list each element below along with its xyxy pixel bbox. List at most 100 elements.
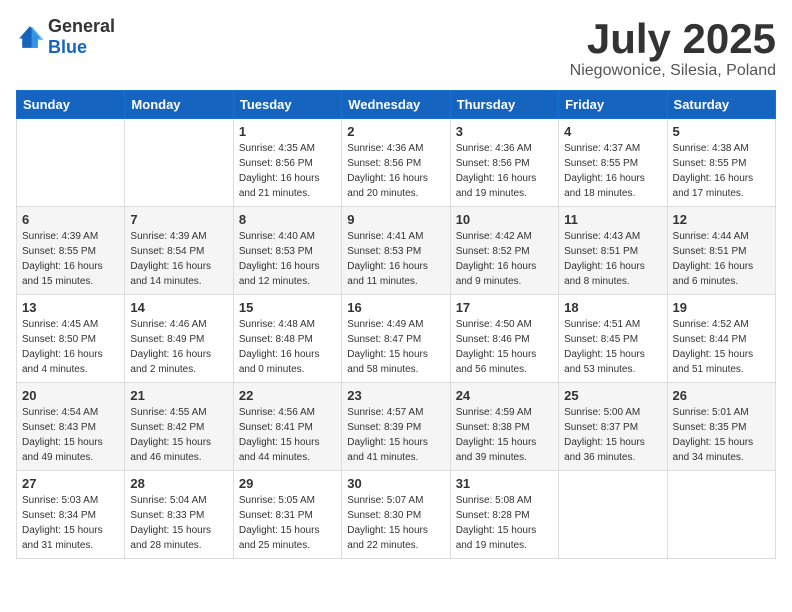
day-number: 27 <box>22 476 119 491</box>
day-of-week-header: Friday <box>559 91 667 119</box>
calendar-cell: 6Sunrise: 4:39 AMSunset: 8:55 PMDaylight… <box>17 207 125 295</box>
day-info: Sunrise: 4:40 AMSunset: 8:53 PMDaylight:… <box>239 229 336 289</box>
month-title: July 2025 <box>570 16 776 62</box>
calendar-cell: 16 Sunrise: 4:49 AMSunset: 8:47 PMDayligh… <box>342 295 450 383</box>
day-number: 3 <box>456 124 553 139</box>
calendar-cell: 22 Sunrise: 4:56 AMSunset: 8:41 PMDayligh… <box>233 383 341 471</box>
calendar-cell <box>667 471 775 559</box>
calendar-cell <box>125 119 233 207</box>
day-of-week-header: Sunday <box>17 91 125 119</box>
day-number: 7 <box>130 212 227 227</box>
calendar-cell: 27Sunrise: 5:03 AMSunset: 8:34 PMDayligh… <box>17 471 125 559</box>
day-info: Sunrise: 4:35 AMSunset: 8:56 PMDaylight:… <box>239 141 336 201</box>
day-info: Sunrise: 4:43 AMSunset: 8:51 PMDaylight:… <box>564 229 661 289</box>
day-of-week-header: Wednesday <box>342 91 450 119</box>
day-info: Sunrise: 4:45 AMSunset: 8:50 PMDaylight:… <box>22 317 119 377</box>
day-info: Sunrise: 5:07 AMSunset: 8:30 PMDaylight:… <box>347 493 444 553</box>
calendar-cell: 20 Sunrise: 4:54 AMSunset: 8:43 PMDayligh… <box>17 383 125 471</box>
calendar-cell: 12 Sunrise: 4:44 AMSunset: 8:51 PMDayligh… <box>667 207 775 295</box>
logo-icon <box>16 23 44 51</box>
calendar-table: SundayMondayTuesdayWednesdayThursdayFrid… <box>16 90 776 559</box>
day-info: Sunrise: 4:41 AMSunset: 8:53 PMDaylight:… <box>347 229 444 289</box>
calendar-cell: 21Sunrise: 4:55 AMSunset: 8:42 PMDayligh… <box>125 383 233 471</box>
day-info: Sunrise: 4:52 AMSunset: 8:44 PMDaylight:… <box>673 317 770 377</box>
calendar-week-row: 27Sunrise: 5:03 AMSunset: 8:34 PMDayligh… <box>17 471 776 559</box>
calendar-cell: 31Sunrise: 5:08 AMSunset: 8:28 PMDayligh… <box>450 471 558 559</box>
calendar-cell: 13 Sunrise: 4:45 AMSunset: 8:50 PMDayligh… <box>17 295 125 383</box>
day-number: 5 <box>673 124 770 139</box>
day-info: Sunrise: 5:05 AMSunset: 8:31 PMDaylight:… <box>239 493 336 553</box>
day-number: 17 <box>456 300 553 315</box>
day-number: 30 <box>347 476 444 491</box>
day-number: 22 <box>239 388 336 403</box>
day-of-week-header: Thursday <box>450 91 558 119</box>
day-info: Sunrise: 4:56 AMSunset: 8:41 PMDaylight:… <box>239 405 336 465</box>
calendar-cell: 4 Sunrise: 4:37 AMSunset: 8:55 PMDaylight… <box>559 119 667 207</box>
calendar-cell <box>559 471 667 559</box>
day-of-week-header: Monday <box>125 91 233 119</box>
day-number: 4 <box>564 124 661 139</box>
day-of-week-header: Tuesday <box>233 91 341 119</box>
day-info: Sunrise: 4:39 AMSunset: 8:54 PMDaylight:… <box>130 229 227 289</box>
logo-text-blue: Blue <box>48 37 87 57</box>
calendar-cell <box>17 119 125 207</box>
logo-text-general: General <box>48 16 115 36</box>
day-number: 16 <box>347 300 444 315</box>
calendar-cell: 28Sunrise: 5:04 AMSunset: 8:33 PMDayligh… <box>125 471 233 559</box>
day-info: Sunrise: 4:39 AMSunset: 8:55 PMDaylight:… <box>22 229 119 289</box>
calendar-cell: 9 Sunrise: 4:41 AMSunset: 8:53 PMDaylight… <box>342 207 450 295</box>
day-number: 12 <box>673 212 770 227</box>
day-number: 20 <box>22 388 119 403</box>
location-title: Niegowonice, Silesia, Poland <box>570 62 776 80</box>
day-number: 15 <box>239 300 336 315</box>
day-info: Sunrise: 4:59 AMSunset: 8:38 PMDaylight:… <box>456 405 553 465</box>
calendar-cell: 2 Sunrise: 4:36 AMSunset: 8:56 PMDaylight… <box>342 119 450 207</box>
day-info: Sunrise: 4:46 AMSunset: 8:49 PMDaylight:… <box>130 317 227 377</box>
calendar-cell: 23 Sunrise: 4:57 AMSunset: 8:39 PMDayligh… <box>342 383 450 471</box>
title-block: July 2025 Niegowonice, Silesia, Poland <box>570 16 776 80</box>
day-info: Sunrise: 4:36 AMSunset: 8:56 PMDaylight:… <box>347 141 444 201</box>
calendar-cell: 30 Sunrise: 5:07 AMSunset: 8:30 PMDayligh… <box>342 471 450 559</box>
day-number: 8 <box>239 212 336 227</box>
day-number: 21 <box>130 388 227 403</box>
day-number: 9 <box>347 212 444 227</box>
calendar-cell: 3 Sunrise: 4:36 AMSunset: 8:56 PMDaylight… <box>450 119 558 207</box>
day-number: 24 <box>456 388 553 403</box>
calendar-cell: 18Sunrise: 4:51 AMSunset: 8:45 PMDayligh… <box>559 295 667 383</box>
day-number: 10 <box>456 212 553 227</box>
day-number: 19 <box>673 300 770 315</box>
day-info: Sunrise: 4:37 AMSunset: 8:55 PMDaylight:… <box>564 141 661 201</box>
calendar-cell: 15 Sunrise: 4:48 AMSunset: 8:48 PMDayligh… <box>233 295 341 383</box>
day-number: 14 <box>130 300 227 315</box>
calendar-week-row: 1 Sunrise: 4:35 AMSunset: 8:56 PMDaylight… <box>17 119 776 207</box>
day-info: Sunrise: 4:57 AMSunset: 8:39 PMDaylight:… <box>347 405 444 465</box>
calendar-cell: 5Sunrise: 4:38 AMSunset: 8:55 PMDaylight… <box>667 119 775 207</box>
day-info: Sunrise: 4:36 AMSunset: 8:56 PMDaylight:… <box>456 141 553 201</box>
calendar-cell: 7 Sunrise: 4:39 AMSunset: 8:54 PMDaylight… <box>125 207 233 295</box>
calendar-cell: 1 Sunrise: 4:35 AMSunset: 8:56 PMDaylight… <box>233 119 341 207</box>
calendar-cell: 8 Sunrise: 4:40 AMSunset: 8:53 PMDaylight… <box>233 207 341 295</box>
day-info: Sunrise: 5:08 AMSunset: 8:28 PMDaylight:… <box>456 493 553 553</box>
calendar-week-row: 13 Sunrise: 4:45 AMSunset: 8:50 PMDayligh… <box>17 295 776 383</box>
calendar-cell: 17 Sunrise: 4:50 AMSunset: 8:46 PMDayligh… <box>450 295 558 383</box>
calendar-cell: 11 Sunrise: 4:43 AMSunset: 8:51 PMDayligh… <box>559 207 667 295</box>
day-info: Sunrise: 4:48 AMSunset: 8:48 PMDaylight:… <box>239 317 336 377</box>
day-number: 13 <box>22 300 119 315</box>
day-info: Sunrise: 4:49 AMSunset: 8:47 PMDaylight:… <box>347 317 444 377</box>
day-info: Sunrise: 4:44 AMSunset: 8:51 PMDaylight:… <box>673 229 770 289</box>
calendar-cell: 26 Sunrise: 5:01 AMSunset: 8:35 PMDayligh… <box>667 383 775 471</box>
day-info: Sunrise: 5:01 AMSunset: 8:35 PMDaylight:… <box>673 405 770 465</box>
calendar-cell: 24 Sunrise: 4:59 AMSunset: 8:38 PMDayligh… <box>450 383 558 471</box>
day-number: 2 <box>347 124 444 139</box>
day-number: 1 <box>239 124 336 139</box>
calendar-header-row: SundayMondayTuesdayWednesdayThursdayFrid… <box>17 91 776 119</box>
day-info: Sunrise: 4:54 AMSunset: 8:43 PMDaylight:… <box>22 405 119 465</box>
day-number: 29 <box>239 476 336 491</box>
day-info: Sunrise: 4:50 AMSunset: 8:46 PMDaylight:… <box>456 317 553 377</box>
day-number: 11 <box>564 212 661 227</box>
day-number: 18 <box>564 300 661 315</box>
day-of-week-header: Saturday <box>667 91 775 119</box>
day-info: Sunrise: 5:00 AMSunset: 8:37 PMDaylight:… <box>564 405 661 465</box>
day-number: 23 <box>347 388 444 403</box>
day-number: 26 <box>673 388 770 403</box>
